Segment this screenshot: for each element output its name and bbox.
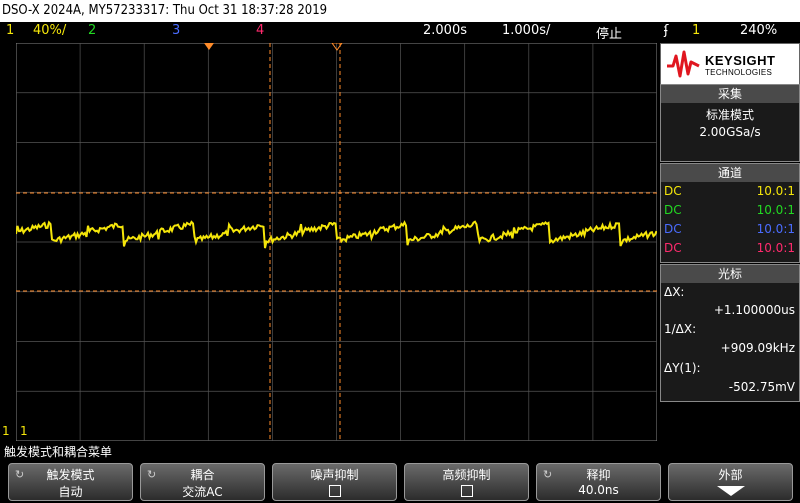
keysight-logo: KEYSIGHT TECHNOLOGIES [660, 43, 800, 85]
ch1-probe-ratio: 10.0:1 [756, 184, 795, 198]
ch1-scale[interactable]: 40%/ [33, 23, 66, 38]
timebase-delay[interactable]: 2.000s [423, 23, 467, 38]
brand-sub: TECHNOLOGIES [705, 68, 773, 77]
softkey-hf-reject[interactable]: 高频抑制 [404, 463, 529, 501]
trigger-level[interactable]: 240% [740, 23, 777, 38]
menu-title: 触发模式和耦合菜单 [0, 443, 800, 461]
inv-delta-x-label: 1/ΔX: [664, 322, 697, 336]
ch1-coupling: DC [664, 184, 682, 198]
softkey-holdoff[interactable]: ↻ 释抑 40.0ns [536, 463, 661, 501]
keysight-wave-icon [667, 50, 700, 78]
delta-x-label: ΔX: [664, 285, 685, 299]
brand-name: KEYSIGHT [705, 53, 776, 68]
ch3-probe-ratio: 10.0:1 [756, 222, 795, 236]
ch2-coupling: DC [664, 203, 682, 217]
inv-delta-x-value: +909.09kHz [720, 341, 795, 355]
time-per-div[interactable]: 1.000s/ [502, 23, 550, 38]
cursors-header: 光标 [660, 264, 800, 284]
ch1-ground-marker[interactable]: 1 [2, 424, 10, 438]
delta-y-label: ΔY(1): [664, 361, 701, 375]
ch3-label[interactable]: 3 [172, 23, 180, 38]
waveform-display[interactable] [16, 43, 657, 441]
acquire-header: 采集 [660, 84, 800, 104]
arrow-down-icon [717, 486, 745, 496]
trigger-channel: 1 [692, 23, 701, 38]
softkey-external[interactable]: 外部 [668, 463, 793, 501]
softkey-trigger-mode[interactable]: ↻ 触发模式 自动 [8, 463, 133, 501]
ch3-coupling: DC [664, 222, 682, 236]
noise-reject-checkbox[interactable] [329, 485, 341, 497]
ch4-label[interactable]: 4 [256, 23, 264, 38]
run-state[interactable]: 停止 [596, 23, 622, 42]
hf-reject-checkbox[interactable] [461, 485, 473, 497]
softkey-bar: ↻ 触发模式 自动 ↻ 耦合 交流AC 噪声抑制 高频抑制 ↻ 释抑 40.0n… [0, 461, 800, 503]
delta-x-value: +1.100000us [713, 303, 795, 317]
softkey-noise-reject[interactable]: 噪声抑制 [272, 463, 397, 501]
info-sidebar: KEYSIGHT TECHNOLOGIES 采集 标准模式 2.00GSa/s … [660, 43, 800, 441]
ch1-label[interactable]: 1 [6, 23, 14, 38]
ch1-ground-marker-label: 1 [20, 424, 28, 438]
ch2-label[interactable]: 2 [88, 23, 96, 38]
acquire-section[interactable]: 标准模式 2.00GSa/s [660, 103, 800, 162]
softkey-coupling[interactable]: ↻ 耦合 交流AC [140, 463, 265, 501]
trigger-edge-icon[interactable]: ʄ [664, 23, 668, 38]
scope-status-bar: 1 40%/ 2 3 4 2.000s 1.000s/ 停止 ʄ 1 240% [0, 22, 800, 42]
channels-header: 通道 [660, 163, 800, 183]
acquire-mode: 标准模式 [705, 108, 754, 122]
delta-y-value: -502.75mV [728, 380, 795, 394]
window-title: DSO-X 2024A, MY57233317: Thu Oct 31 18:3… [0, 0, 800, 22]
sample-rate: 2.00GSa/s [699, 125, 761, 139]
ch4-probe-ratio: 10.0:1 [756, 241, 795, 255]
ch4-coupling: DC [664, 241, 682, 255]
ch2-probe-ratio: 10.0:1 [756, 203, 795, 217]
cursors-section[interactable]: ΔX: +1.100000us 1/ΔX: +909.09kHz ΔY(1): … [660, 283, 800, 402]
channels-section[interactable]: DC 10.0:1 DC 10.0:1 DC 10.0:1 DC 10.0:1 [660, 182, 800, 263]
